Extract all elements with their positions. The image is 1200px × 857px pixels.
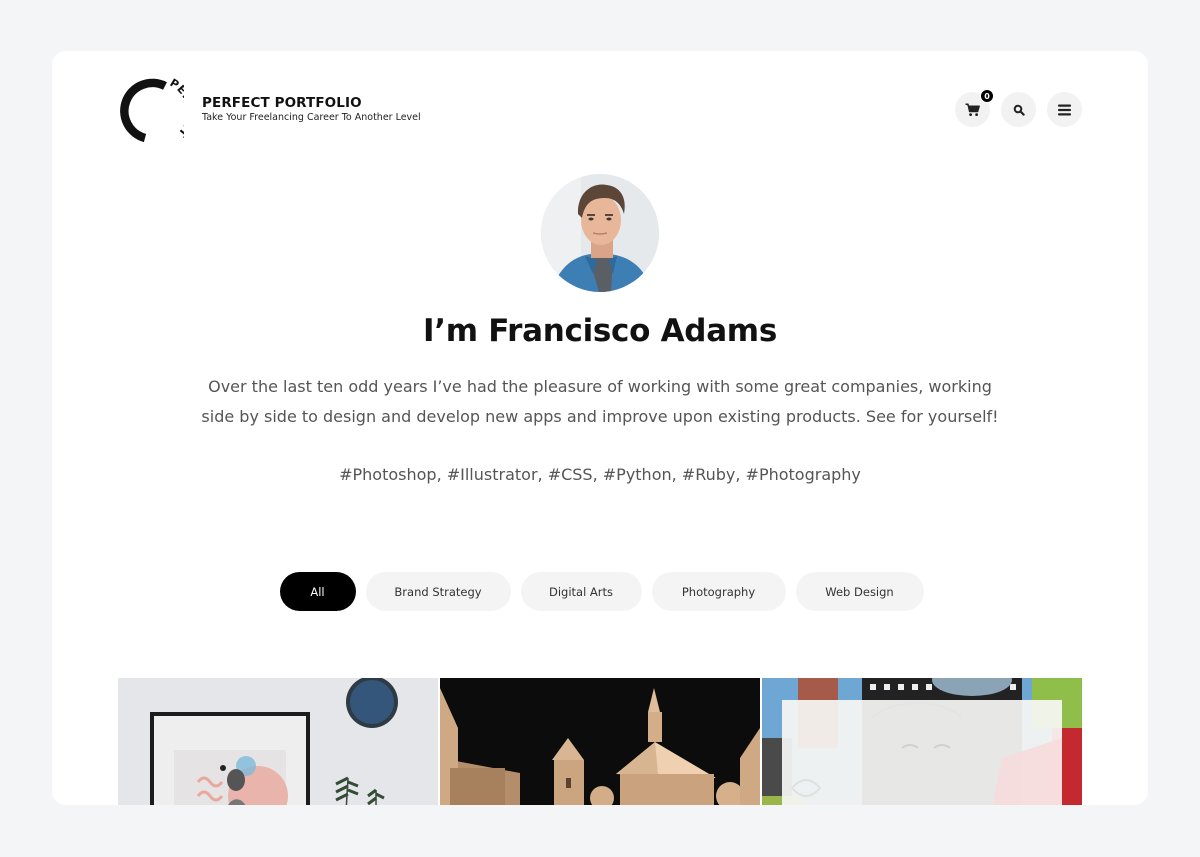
portfolio-image-street-mural — [762, 678, 1082, 805]
hero-skill-tags: #Photoshop, #Illustrator, #CSS, #Python,… — [339, 465, 861, 484]
brand-tagline: Take Your Freelancing Career To Another … — [202, 112, 421, 123]
hero-title: I’m Francisco Adams — [421, 313, 779, 349]
menu-button[interactable] — [1047, 92, 1082, 127]
cart-button[interactable]: 0 — [955, 89, 994, 127]
logo[interactable]: PERFECT — [118, 76, 197, 143]
svg-text:PERFECT: PERFECT — [168, 77, 184, 140]
hero-title-text: I’m Francisco Adams — [423, 313, 777, 349]
header-actions: 0 — [955, 89, 1082, 127]
portfolio-item[interactable] — [118, 678, 438, 805]
logo-mark-icon: PERFECT — [120, 76, 197, 143]
brand-title[interactable]: PERFECT PORTFOLIO — [202, 95, 421, 111]
avatar-image — [541, 174, 659, 292]
cart-count-badge: 0 — [980, 89, 994, 103]
hero-description: Over the last ten odd years I’ve had the… — [201, 377, 999, 426]
filter-photography[interactable]: Photography — [651, 572, 786, 611]
portfolio-item[interactable] — [762, 678, 1082, 805]
page-card: PERFECT PERFECT PORTFOLIO Take Your Free… — [52, 51, 1148, 805]
portfolio-item[interactable] — [440, 678, 760, 805]
filter-web-design[interactable]: Web Design — [795, 572, 924, 611]
brand: PERFECT PORTFOLIO Take Your Freelancing … — [202, 95, 421, 123]
profile-avatar — [541, 174, 659, 292]
site-header: PERFECT PERFECT PORTFOLIO Take Your Free… — [118, 76, 1082, 143]
hero-title-wrap: I’m Francisco Adams — [52, 313, 1148, 349]
filter-brand-strategy[interactable]: Brand Strategy — [365, 572, 511, 611]
shopping-cart-icon — [965, 103, 980, 116]
logo-text: PERFECT — [168, 76, 197, 140]
search-icon — [1013, 104, 1025, 116]
portfolio-gallery — [118, 678, 1082, 805]
filter-all[interactable]: All — [279, 572, 356, 611]
portfolio-filters: All Brand Strategy Digital Arts Photogra… — [52, 572, 1148, 611]
portfolio-image-architecture-model — [440, 678, 760, 805]
portfolio-image-art-print — [118, 678, 438, 805]
search-button[interactable] — [1001, 92, 1036, 127]
hamburger-menu-icon — [1058, 104, 1071, 115]
filter-digital-arts[interactable]: Digital Arts — [520, 572, 642, 611]
